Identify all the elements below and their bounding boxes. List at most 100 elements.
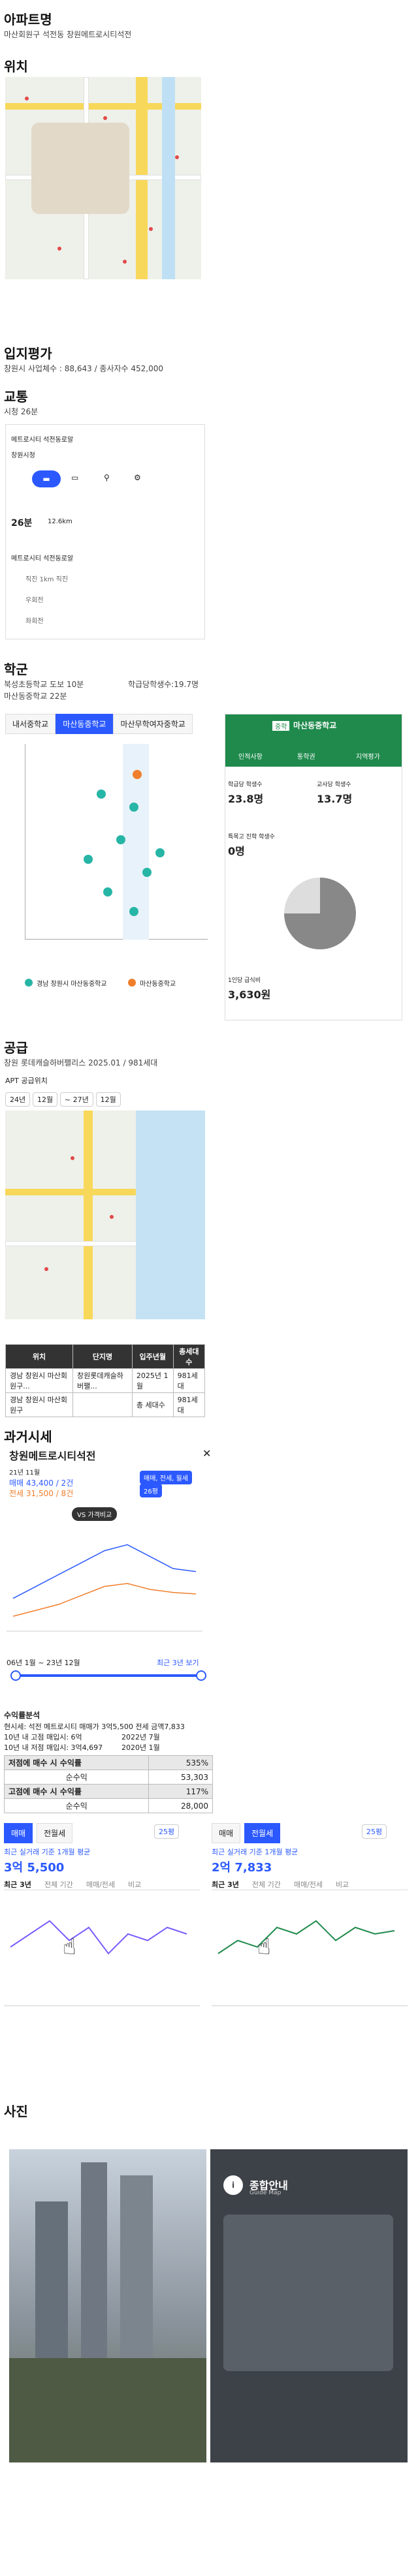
past-month: 21년 11월	[9, 1469, 40, 1477]
table-row: 경남 창원시 마산회원구 총 세대수 981세대	[5, 1392, 206, 1417]
photo-building[interactable]	[9, 2149, 206, 2462]
mini-left-size-select[interactable]: 25평	[154, 1824, 180, 1839]
mini-left-tab-rent[interactable]: 전월세	[37, 1823, 73, 1843]
school-info-name: 마산동중학교	[293, 721, 337, 730]
mini-left-chart	[4, 1920, 200, 2006]
supply-map[interactable]	[5, 1111, 205, 1319]
table-row: 경남 창원시 마산회원구... 창원롯데캐슬하버팰... 2025년 1월 981세…	[5, 1368, 206, 1393]
legend-1: 마산동중학교	[140, 981, 176, 988]
table-row: 고점에 매수 시 수익률 117%	[3, 1784, 213, 1799]
cell	[72, 1392, 133, 1417]
type-badge[interactable]: 매매, 전세, 월세	[140, 1471, 192, 1484]
tab-school-0[interactable]: 내서중학교	[5, 714, 56, 734]
size-badge[interactable]: 26평	[140, 1484, 162, 1497]
step-3: 좌회전	[25, 618, 44, 625]
mini-left-tabs: 최근 3년 전체 기간 매매/전세 비교	[4, 1879, 200, 1890]
step-2: 우회전	[25, 597, 44, 604]
hand-cursor-icon: ☝	[63, 1934, 76, 1960]
mini-right-chart	[212, 1920, 408, 2006]
info-v4: 3,630원	[228, 989, 271, 1001]
profit-l1: 현시세: 석전 메트로시티 매매가 3억5,500 전세 금액7,833	[4, 1723, 185, 1731]
cell: 경남 창원시 마산회원구	[5, 1392, 73, 1417]
info-v3: 0명	[228, 845, 245, 857]
to-field[interactable]: 창원시청	[11, 450, 35, 459]
cell: 순수익	[3, 1770, 150, 1785]
school-line1: 북성초등학교 도보 10분	[4, 680, 84, 689]
cell: 2025년 1월	[131, 1368, 174, 1393]
mini-left-tab-0[interactable]: 최근 3년	[4, 1880, 31, 1889]
traffic-line: 시청 26분	[4, 407, 39, 416]
sign-sub: Guide Map	[249, 2190, 281, 2196]
section-location-title: 위치	[4, 59, 28, 74]
supply-th-3: 총세대수	[172, 1344, 206, 1369]
info-tab-0[interactable]: 인적사항	[238, 751, 263, 761]
range-slider[interactable]	[13, 1674, 202, 1677]
supply-table: 위치 단지명 입주년월 총세대수 경남 창원시 마산회원구... 창원롯데캐슬하버…	[5, 1344, 206, 1417]
cell: 순수익	[3, 1798, 150, 1813]
info-v2: 13.7명	[317, 793, 353, 805]
info-k4: 1인당 급식비	[228, 977, 261, 984]
table-row: 순수익 28,000	[3, 1798, 213, 1813]
ratio-pie	[284, 878, 356, 949]
section-traffic-title: 교통	[4, 389, 28, 405]
tab-school-2[interactable]: 마산무학여자중학교	[113, 714, 193, 734]
section-school-title: 학군	[4, 662, 28, 677]
mini-left-tab-1[interactable]: 전체 기간	[44, 1880, 73, 1889]
supply-filters: 24년 12월 ~ 27년 12월	[5, 1092, 121, 1107]
mini-left-caption: 최근 실거래 기준 1개월 평균	[4, 1848, 91, 1856]
filter-start-year[interactable]: 24년	[5, 1092, 31, 1107]
route-time: 26분	[11, 518, 33, 529]
info-tab-1[interactable]: 통학권	[297, 751, 315, 761]
compare-button[interactable]: VS 가격비교	[72, 1507, 118, 1521]
mini-right-size-select[interactable]: 25평	[362, 1824, 387, 1839]
mini-left-tab-2[interactable]: 매매/전세	[86, 1880, 115, 1889]
info-k2: 교사당 학생수	[317, 782, 351, 788]
range-right[interactable]: 최근 3년 보기	[157, 1657, 199, 1668]
section-photo-title: 사진	[4, 2104, 28, 2119]
close-icon[interactable]: ✕	[202, 1447, 211, 1460]
tab-school-1[interactable]: 마산동중학교	[56, 714, 114, 734]
from-field[interactable]: 메트로시티 석전동로알	[11, 434, 73, 444]
photo-guide-map[interactable]: i 종합안내 Guide Map	[210, 2149, 408, 2462]
cell: 경남 창원시 마산회원구...	[5, 1368, 73, 1393]
series-rent	[12, 1583, 197, 1617]
slider-handle-right[interactable]	[196, 1670, 206, 1681]
past-title: 창원메트로시티석전	[9, 1450, 96, 1462]
walk-mode-button[interactable]: ⚲	[104, 473, 110, 482]
series-sale	[12, 1544, 197, 1599]
mini-right-tab-2[interactable]: 매매/전세	[294, 1880, 323, 1889]
filter-end-year[interactable]: ~ 27년	[59, 1092, 93, 1107]
cell: 저점에 매수 시 수익률	[3, 1755, 150, 1770]
mini-right-tab-3[interactable]: 비교	[336, 1880, 349, 1889]
filter-end-month[interactable]: 12월	[95, 1092, 121, 1107]
mini-right-tab-sale[interactable]: 매매	[212, 1823, 241, 1843]
mini-right-tabs: 최근 3년 전체 기간 매매/전세 비교	[212, 1879, 408, 1890]
mini-left-tab-sale[interactable]: 매매	[4, 1823, 33, 1843]
transit-mode-button[interactable]: ▭	[71, 473, 78, 482]
bike-mode-button[interactable]: ⚙	[134, 473, 141, 482]
supply-sub: APT 공급위치	[5, 1077, 48, 1085]
supply-th-1: 단지명	[72, 1344, 133, 1369]
supply-th-0: 위치	[5, 1344, 73, 1369]
filter-start-month[interactable]: 12월	[32, 1092, 58, 1107]
school-badge: 중학	[272, 721, 290, 731]
sign-map	[223, 2215, 393, 2371]
mini-right-tab-rent[interactable]: 전월세	[244, 1823, 281, 1843]
info-k3: 특목고 진학 학생수	[228, 834, 275, 840]
slider-handle-left[interactable]	[10, 1670, 21, 1681]
mini-left-tab-3[interactable]: 비교	[128, 1880, 141, 1889]
section-supply-title: 공급	[4, 1040, 28, 1056]
apt-name: 마산회원구 석전동 창원메트로시티석전	[4, 30, 132, 39]
cell: 981세대	[172, 1392, 206, 1417]
info-tab-2[interactable]: 지역평가	[356, 751, 380, 761]
car-mode-button[interactable]: ▬	[32, 470, 61, 487]
supply-line: 창원 롯데캐슬하버팰리스 2025.01 / 981세대	[4, 1058, 158, 1067]
mini-right-tab-1[interactable]: 전체 기간	[252, 1880, 281, 1889]
location-map[interactable]	[5, 77, 201, 279]
mini-left-price: 3억 5,500	[4, 1861, 65, 1875]
section-ipji-title: 입지평가	[4, 346, 52, 361]
table-row: 순수익 53,303	[3, 1770, 213, 1785]
price-chart	[7, 1544, 202, 1632]
mini-left: 매매 전월세 25평 최근 실거래 기준 1개월 평균 3억 5,500 최근 …	[4, 1823, 200, 2019]
mini-right-tab-0[interactable]: 최근 3년	[212, 1880, 239, 1889]
